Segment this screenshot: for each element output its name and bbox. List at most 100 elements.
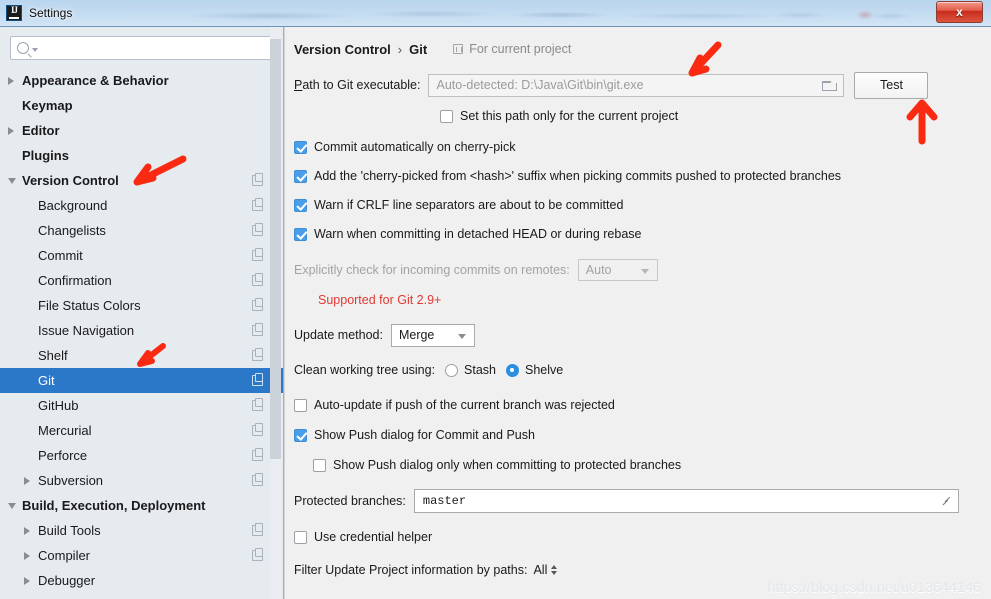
sidebar-item-keymap[interactable]: Keymap [0, 93, 283, 118]
sidebar-item-version-control[interactable]: Version Control [0, 168, 283, 193]
expand-icon[interactable] [941, 496, 952, 507]
sidebar-item-background[interactable]: Background [0, 193, 283, 218]
sidebar-item-compiler[interactable]: Compiler [0, 543, 283, 568]
chevron-right-icon[interactable] [8, 76, 22, 85]
chevron-down-icon[interactable] [8, 502, 22, 509]
git-option-checkbox[interactable] [294, 227, 307, 241]
breadcrumb: Version Control › Git For current projec… [294, 39, 983, 59]
sidebar-item-appearance-behavior[interactable]: Appearance & Behavior [0, 68, 283, 93]
git-option-checkbox[interactable] [294, 140, 307, 154]
radio-stash-label: Stash [464, 363, 497, 377]
sidebar-item-label: Confirmation [38, 273, 112, 288]
project-scope-icon [252, 298, 263, 311]
sidebar-item-build-execution-deployment[interactable]: Build, Execution, Deployment [0, 493, 283, 518]
sidebar-item-mercurial[interactable]: Mercurial [0, 418, 283, 443]
sidebar-scrollbar-thumb[interactable] [270, 39, 281, 459]
sidebar-item-label: Plugins [22, 148, 69, 163]
credential-helper-checkbox[interactable] [294, 530, 307, 544]
search-input[interactable] [38, 37, 266, 59]
project-scope-icon [252, 373, 263, 386]
sidebar-item-label: Commit [38, 248, 83, 263]
project-scope-icon [252, 173, 263, 186]
project-scope-icon [252, 198, 263, 211]
sidebar-item-file-status-colors[interactable]: File Status Colors [0, 293, 283, 318]
chevron-right-icon[interactable] [24, 551, 38, 560]
update-method-label: Update method: [294, 328, 383, 342]
sidebar-item-label: Debugger [38, 573, 96, 588]
breadcrumb-parent[interactable]: Version Control [294, 42, 391, 57]
sidebar-item-subversion[interactable]: Subversion [0, 468, 283, 493]
git-option-checkbox[interactable] [294, 169, 307, 183]
show-push-checkbox[interactable] [294, 428, 307, 442]
filter-paths-row: Filter Update Project information by pat… [294, 559, 983, 581]
for-current-project-label: For current project [453, 42, 571, 56]
project-scope-icon [252, 473, 263, 486]
incoming-commits-label: Explicitly check for incoming commits on… [294, 263, 570, 277]
search-box[interactable] [10, 36, 273, 60]
project-scope-icon [453, 44, 464, 54]
show-push-label: Show Push dialog for Commit and Push [314, 428, 535, 442]
git-path-label: Path to Git executable: [294, 78, 420, 92]
git-option-row: Warn when committing in detached HEAD or… [294, 223, 983, 245]
git-path-label-rest: ath to Git executable: [302, 78, 421, 92]
sidebar-item-build-tools[interactable]: Build Tools [0, 518, 283, 543]
git-option-label: Add the 'cherry-picked from <hash>' suff… [314, 169, 842, 183]
settings-dialog: Appearance & Behavior Keymap Editor Plugins… [0, 26, 991, 599]
clean-working-tree-row: Clean working tree using: Stash Shelve [294, 359, 983, 381]
sidebar-item-debugger[interactable]: Debugger [0, 568, 283, 593]
protected-branches-row: Protected branches: master [294, 488, 983, 514]
chevron-right-icon[interactable] [24, 526, 38, 535]
git-option-row: Commit automatically on cherry-pick [294, 136, 983, 158]
project-scope-icon [252, 423, 263, 436]
close-button[interactable]: x [936, 1, 983, 23]
auto-update-label: Auto-update if push of the current branc… [314, 398, 615, 412]
chevron-down-icon [640, 269, 649, 274]
auto-update-checkbox[interactable] [294, 398, 307, 412]
sidebar-item-commit[interactable]: Commit [0, 243, 283, 268]
sidebar-item-confirmation[interactable]: Confirmation [0, 268, 283, 293]
settings-tree: Appearance & Behavior Keymap Editor Plugins… [0, 68, 283, 599]
protected-branches-field[interactable]: master [413, 489, 959, 513]
sidebar-item-label: Appearance & Behavior [22, 73, 169, 88]
git-path-placeholder: Auto-detected: D:\Java\Git\bin\git.exe [436, 78, 644, 92]
git-option-checkbox[interactable] [294, 198, 307, 212]
sidebar-item-perforce[interactable]: Perforce [0, 443, 283, 468]
settings-content: Version Control › Git For current projec… [284, 27, 991, 599]
folder-icon[interactable] [822, 80, 838, 91]
chevron-down-icon[interactable] [8, 177, 22, 184]
show-push-protected-checkbox[interactable] [313, 458, 326, 472]
incoming-commits-dropdown: Auto [577, 259, 658, 281]
sidebar-item-github[interactable]: GitHub [0, 393, 283, 418]
git-path-field[interactable]: Auto-detected: D:\Java\Git\bin\git.exe [428, 73, 845, 97]
filter-paths-dropdown[interactable]: All [533, 563, 558, 577]
radio-shelve[interactable] [506, 363, 520, 377]
test-button[interactable]: Test [854, 71, 929, 99]
sidebar-item-label: Version Control [22, 173, 119, 188]
set-path-only-checkbox[interactable] [440, 109, 453, 123]
project-scope-icon [252, 248, 263, 261]
chevron-updown-icon [551, 564, 558, 576]
chevron-down-icon [457, 333, 466, 339]
sidebar-item-issue-navigation[interactable]: Issue Navigation [0, 318, 283, 343]
project-scope-icon [252, 523, 263, 536]
sidebar-item-editor[interactable]: Editor [0, 118, 283, 143]
protected-branches-label: Protected branches: [294, 494, 406, 508]
sidebar-item-changelists[interactable]: Changelists [0, 218, 283, 243]
window-title: Settings [29, 6, 73, 20]
sidebar-item-plugins[interactable]: Plugins [0, 143, 283, 168]
sidebar-item-label: Git [38, 373, 55, 388]
update-method-dropdown[interactable]: Merge [390, 323, 475, 347]
chevron-right-icon[interactable] [8, 126, 22, 135]
incoming-commits-row: Explicitly check for incoming commits on… [294, 255, 983, 285]
set-path-only-row: Set this path only for the current proje… [440, 105, 983, 127]
sidebar-item-shelf[interactable]: Shelf [0, 343, 283, 368]
git-settings-panel: Version Control › Git For current projec… [285, 27, 983, 599]
radio-stash[interactable] [445, 363, 459, 377]
sidebar-item-label: Build Tools [38, 523, 101, 538]
project-scope-icon [252, 348, 263, 361]
chevron-right-icon[interactable] [24, 476, 38, 485]
sidebar-item-label: Keymap [22, 98, 73, 113]
chevron-right-icon[interactable] [24, 576, 38, 585]
sidebar-item-git[interactable]: Git [0, 368, 283, 393]
show-push-protected-label: Show Push dialog only when committing to… [333, 458, 682, 472]
